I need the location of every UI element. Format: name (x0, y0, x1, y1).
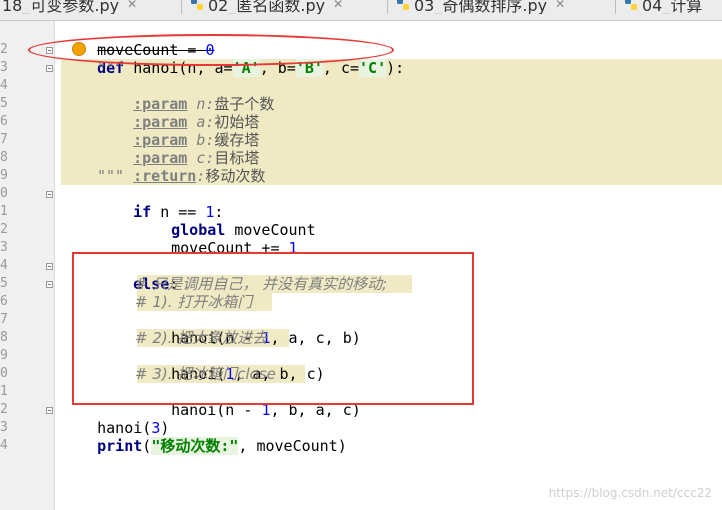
close-icon[interactable]: ✕ (555, 0, 565, 11)
annotation-ellipse (28, 34, 394, 66)
tab-label: 02_匿名函数.py (208, 0, 326, 14)
python-file-icon (191, 0, 203, 10)
docstring-close: """ (97, 167, 125, 185)
close-icon[interactable]: ✕ (333, 0, 343, 11)
line-number: 3 (0, 60, 8, 75)
close-icon[interactable]: ✕ (127, 0, 137, 11)
code-line-7: :param c:目标塔 (133, 149, 260, 167)
line-number: 4 (0, 78, 8, 93)
line-number: 3 (0, 240, 8, 255)
line-number: 4 (0, 438, 8, 453)
line-number: 0 (0, 366, 8, 381)
line-number: 7 (0, 312, 8, 327)
code-line-23: print("移动次数:", moveCount) (97, 437, 347, 455)
tab-file-2[interactable]: 03_奇偶数排序.py ✕ (388, 0, 616, 14)
line-number: 1 (0, 204, 8, 219)
line-number: 8 (0, 330, 8, 345)
tab-file-0[interactable]: 18_可变参数.py ✕ (0, 0, 182, 14)
code-line-4: :param n:盘子个数 (133, 95, 275, 113)
tab-label: 04_计算 (642, 0, 703, 14)
fold-marker-icon[interactable] (46, 191, 53, 198)
line-number: 6 (0, 114, 8, 129)
fold-marker-icon[interactable] (46, 407, 53, 414)
code-line-11: global moveCount (171, 221, 316, 239)
tab-label: 03_奇偶数排序.py (414, 0, 548, 14)
line-number: 2 (0, 402, 8, 417)
code-line-8: :return:移动次数 (133, 167, 266, 185)
line-number: 7 (0, 132, 8, 147)
line-number: 1 (0, 384, 8, 399)
code-line-5: :param a:初始塔 (133, 113, 260, 131)
fold-marker-icon[interactable] (46, 281, 53, 288)
tab-file-3[interactable]: 04_计算 (616, 0, 722, 14)
line-number-gutter: 2 3 4 5 6 7 8 9 0 1 2 3 4 5 6 7 8 9 0 1 … (0, 21, 55, 510)
code-line-6: :param b:缓存塔 (133, 131, 260, 149)
python-file-icon (625, 0, 637, 10)
python-file-icon (397, 0, 409, 10)
line-number: 6 (0, 294, 8, 309)
line-number: 3 (0, 420, 8, 435)
code-line-12: moveCount += 1 (171, 239, 298, 257)
line-number: 5 (0, 96, 8, 111)
line-number: 8 (0, 150, 8, 165)
fold-marker-icon[interactable] (46, 263, 53, 270)
tab-label: 18_可变参数.py (2, 0, 120, 14)
code-line-10: if n == 1: (133, 203, 224, 221)
line-number: 4 (0, 258, 8, 273)
line-number: 2 (0, 222, 8, 237)
watermark: https://blog.csdn.net/ccc22 (548, 486, 712, 500)
line-number: 9 (0, 168, 8, 183)
fold-marker-icon[interactable] (46, 65, 53, 72)
line-number: 0 (0, 186, 8, 201)
annotation-rectangle (72, 252, 474, 405)
tab-file-1[interactable]: 02_匿名函数.py ✕ (182, 0, 388, 14)
line-number: 9 (0, 348, 8, 363)
line-number: 2 (0, 42, 8, 57)
line-number: 5 (0, 276, 8, 291)
editor-tab-bar: 18_可变参数.py ✕ 02_匿名函数.py ✕ 03_奇偶数排序.py ✕ … (0, 0, 722, 21)
